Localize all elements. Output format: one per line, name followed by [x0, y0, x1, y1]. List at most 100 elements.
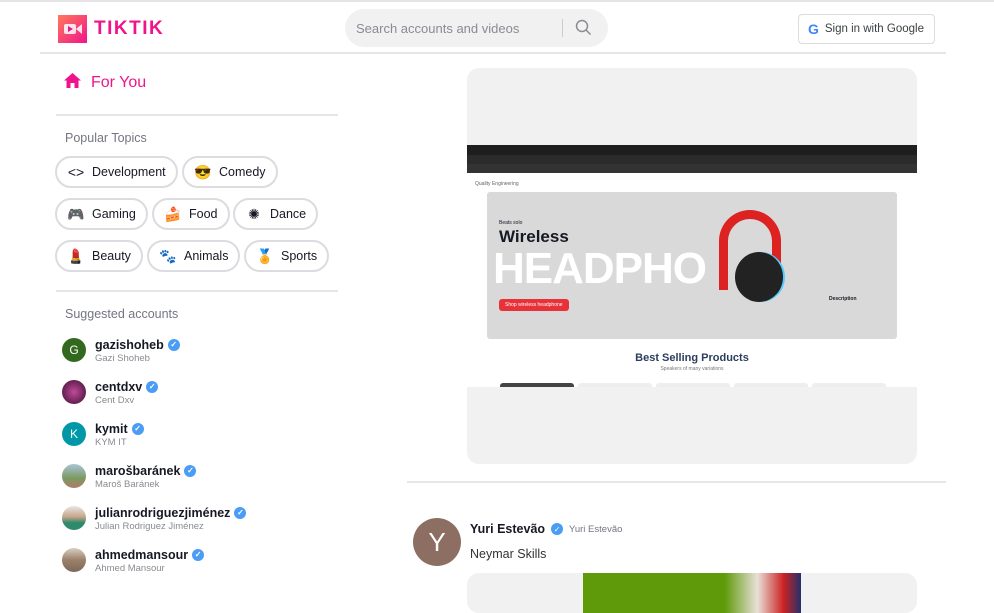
account-name: KYM IT — [95, 437, 127, 448]
best-selling-subtitle: Speakers of many variations — [660, 366, 724, 372]
verified-icon: ✓ — [234, 507, 247, 519]
video-thumbnail — [583, 573, 801, 613]
product-thumb — [500, 383, 574, 387]
verified-icon: ✓ — [551, 523, 564, 535]
paw-icon: 🐾 — [159, 247, 177, 264]
hero-button: Shop wireless headphone — [499, 299, 569, 311]
medal-icon: 🏅 — [256, 247, 274, 264]
product-thumb — [578, 383, 652, 387]
topic-beauty[interactable]: 💄 Beauty — [55, 240, 143, 272]
post-author[interactable]: Yuri Estevão ✓ Yuri Estevão — [470, 522, 622, 536]
avatar — [62, 548, 86, 572]
suggested-account[interactable]: marošbaránek ✓ Maroš Baránek — [62, 464, 197, 490]
verified-icon: ✓ — [131, 423, 144, 435]
sidebar-divider — [56, 290, 338, 292]
topic-label: Food — [189, 207, 218, 221]
account-name: Julian Rodriguez Jiménez — [95, 521, 204, 532]
suggested-account[interactable]: Kkymit ✓ KYM IT — [62, 422, 144, 448]
dance-icon: ✺ — [248, 205, 260, 222]
home-icon — [64, 73, 81, 93]
post-author-name: Yuri Estevão — [470, 522, 546, 536]
topic-dance[interactable]: ✺ Dance — [233, 198, 319, 230]
browser-bookmarks-image — [467, 164, 917, 173]
gamepad-icon: 🎮 — [67, 205, 85, 222]
popular-topics-title: Popular Topics — [65, 131, 147, 145]
google-signin-button[interactable]: G Sign in with Google — [798, 14, 935, 44]
verified-icon: ✓ — [146, 381, 159, 393]
topic-label: Development — [92, 165, 166, 179]
avatar — [62, 464, 86, 488]
video-page-label: Quality Engineering — [475, 181, 519, 187]
search-placeholder: Search accounts and videos — [356, 20, 520, 36]
for-you-label: For You — [91, 74, 147, 91]
top-border — [0, 0, 994, 2]
hero-desc-title: Description — [829, 296, 857, 302]
verified-icon: ✓ — [167, 339, 180, 351]
post-author-avatar[interactable]: Y — [413, 518, 461, 566]
headphone-cup — [735, 252, 783, 302]
topic-animals[interactable]: 🐾 Animals — [147, 240, 241, 272]
header-divider — [40, 52, 946, 54]
account-username: gazishoheb — [95, 338, 164, 352]
sunglasses-smiley-icon: 😎 — [194, 163, 212, 180]
product-thumb — [656, 383, 730, 387]
search-input[interactable]: Search accounts and videos — [345, 9, 608, 47]
browser-tabs-image — [467, 145, 917, 155]
avatar — [62, 506, 86, 530]
account-username: julianrodriguezjiménez — [95, 506, 231, 520]
topic-gaming[interactable]: 🎮 Gaming — [55, 198, 148, 230]
topic-label: Dance — [270, 207, 307, 221]
suggested-account[interactable]: ahmedmansour ✓ Ahmed Mansour — [62, 548, 205, 574]
code-icon: <> — [67, 164, 85, 180]
account-name: Ahmed Mansour — [95, 563, 165, 574]
logo-camera-icon — [58, 15, 87, 43]
search-icon[interactable] — [575, 19, 592, 39]
browser-address-image — [467, 155, 917, 164]
google-icon: G — [808, 21, 819, 37]
account-name: Gazi Shoheb — [95, 353, 150, 364]
topic-food[interactable]: 🍰 Food — [152, 198, 230, 230]
topic-sports[interactable]: 🏅 Sports — [244, 240, 330, 272]
account-name: Cent Dxv — [95, 395, 135, 406]
account-username: centdxv — [95, 380, 143, 394]
topic-comedy[interactable]: 😎 Comedy — [182, 156, 278, 188]
suggested-account[interactable]: Ggazishoheb ✓ Gazi Shoheb — [62, 338, 180, 364]
hero-small-text: Beats solo — [499, 220, 523, 226]
product-thumb — [734, 383, 808, 387]
logo-text: TIKTIK — [94, 18, 165, 39]
topic-label: Sports — [281, 249, 318, 263]
topic-label: Beauty — [92, 249, 131, 263]
feed-divider — [407, 481, 946, 483]
suggested-account[interactable]: julianrodriguezjiménez ✓ Julian Rodriguez … — [62, 506, 247, 532]
product-thumb — [812, 383, 886, 387]
hero-big-text: HEADPHO — [493, 244, 707, 293]
account-username: ahmedmansour — [95, 548, 189, 562]
nav-for-you[interactable]: For You — [64, 73, 146, 93]
avatar — [62, 380, 86, 404]
video-frame[interactable]: Quality Engineering Beats solo Wireless … — [467, 145, 917, 387]
account-username: kymit — [95, 422, 128, 436]
cake-icon: 🍰 — [164, 205, 182, 222]
best-selling-title: Best Selling Products — [635, 352, 749, 364]
suggested-accounts-title: Suggested accounts — [65, 307, 179, 321]
avatar: K — [62, 422, 86, 446]
video-player[interactable] — [467, 573, 917, 613]
topic-label: Comedy — [219, 165, 266, 179]
avatar: G — [62, 338, 86, 362]
verified-icon: ✓ — [192, 549, 205, 561]
post-author-handle: Yuri Estevão — [569, 523, 623, 535]
post-caption: Neymar Skills — [470, 547, 547, 561]
topic-label: Gaming — [92, 207, 136, 221]
suggested-account[interactable]: centdxv ✓ Cent Dxv — [62, 380, 159, 406]
logo[interactable]: TIKTIK — [58, 15, 164, 43]
lipstick-icon: 💄 — [67, 247, 85, 264]
verified-icon: ✓ — [184, 465, 197, 477]
account-name: Maroš Baránek — [95, 479, 160, 490]
google-signin-label: Sign in with Google — [824, 23, 924, 35]
search-divider — [562, 19, 563, 37]
account-username: marošbaránek — [95, 464, 181, 478]
topic-development[interactable]: <> Development — [55, 156, 178, 188]
video-hero-banner: Beats solo Wireless HEADPHO Shop wireles… — [487, 192, 897, 339]
sidebar-divider — [56, 114, 338, 116]
topic-label: Animals — [184, 249, 229, 263]
